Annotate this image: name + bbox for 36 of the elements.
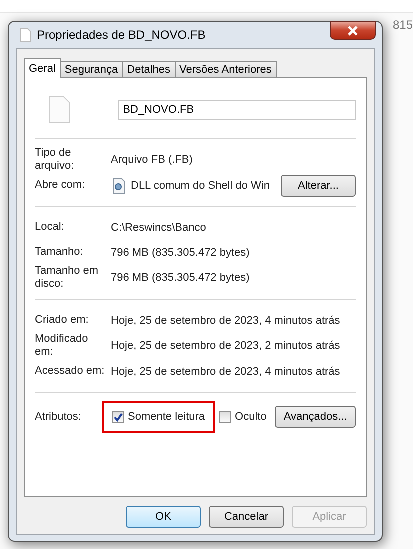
tab[interactable]: Detalhes [122, 61, 176, 78]
property-value: 796 MB (835.305.472 bytes) [111, 246, 250, 258]
size-text: 815 [392, 18, 413, 32]
property-value: DLL comum do Shell do Win [131, 180, 271, 192]
close-icon [347, 26, 359, 36]
change-button[interactable]: Alterar... [281, 174, 356, 196]
property-label: Acessado em: [35, 365, 106, 378]
property-label: Abre com: [35, 179, 86, 192]
property-label: Tamanho em disco: [35, 265, 100, 291]
window-title: Propriedades de BD_NOVO.FB [37, 28, 206, 42]
checkbox[interactable] [112, 411, 124, 423]
dialog-button[interactable]: Cancelar [209, 506, 284, 528]
attributes-label: Atributos: [35, 410, 82, 424]
close-button[interactable] [330, 21, 376, 40]
property-value: 796 MB (835.305.472 bytes) [111, 272, 250, 284]
property-value: Hoje, 25 de setembro de 2023, 2 minutos atrás [111, 340, 340, 352]
checkbox[interactable] [219, 411, 232, 423]
property-label: Tipo de arquivo: [35, 147, 76, 173]
checkbox-label: Oculto [235, 411, 267, 423]
tab[interactable]: Geral [24, 58, 61, 78]
advanced-button[interactable]: Avançados... [274, 406, 356, 428]
tab[interactable]: Segurança [60, 61, 124, 78]
property-value: C:\Reswincs\Banco [111, 222, 206, 234]
tab[interactable]: Versões Anteriores [174, 61, 277, 78]
document-icon [20, 28, 31, 42]
file-name-field[interactable]: BD_NOVO.FB [118, 100, 356, 120]
property-label: Local: [35, 221, 66, 234]
document-icon [49, 96, 70, 124]
property-label: Criado em: [35, 314, 90, 327]
property-label: Modificado em: [35, 333, 90, 359]
property-label: Tamanho: [35, 246, 84, 259]
property-value: Hoje, 25 de setembro de 2023, 4 minutos atrás [111, 314, 340, 326]
property-value: Arquivo FB (.FB) [111, 154, 193, 166]
dialog-button[interactable]: OK [126, 506, 201, 528]
checkbox-label: Somente leitura [128, 411, 206, 423]
property-value: Hoje, 25 de setembro de 2023, 4 minutos atrás [111, 366, 340, 378]
